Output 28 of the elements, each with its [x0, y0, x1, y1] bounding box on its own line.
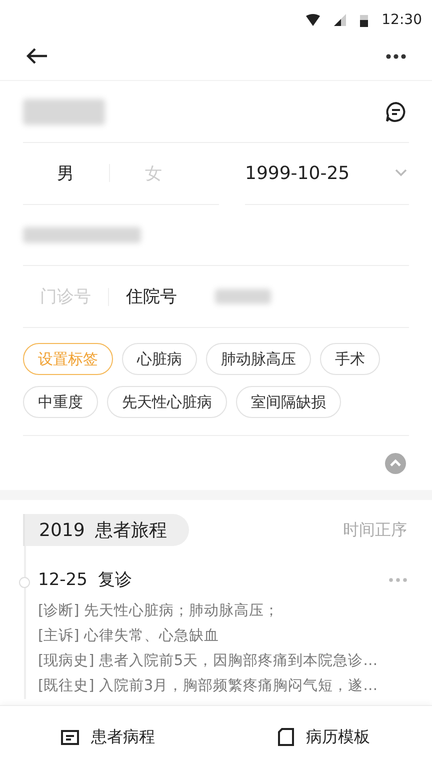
year-header: 2019 患者旅程 — [23, 514, 189, 546]
back-icon[interactable] — [26, 47, 48, 65]
tag-chip[interactable]: 手术 — [320, 343, 380, 375]
signal-icon — [334, 14, 346, 26]
document-icon — [278, 728, 294, 746]
redacted-number — [215, 289, 271, 304]
entry-detail: [主诉] 心律失常、心急缺血 — [38, 626, 220, 646]
tag-chip[interactable]: 中重度 — [23, 386, 98, 418]
bottom-tab[interactable]: 病历模板 — [216, 706, 432, 768]
birth-date[interactable]: 1999-10-25 — [245, 162, 350, 184]
tag-chip[interactable]: 肺动脉高压 — [206, 343, 311, 375]
wifi-icon — [306, 14, 320, 26]
more-icon[interactable] — [386, 54, 406, 58]
number-type-option[interactable]: 住院号 — [126, 285, 177, 308]
status-time: 12:30 — [382, 12, 422, 28]
tag-chip[interactable]: 室间隔缺损 — [236, 386, 341, 418]
bottom-tab[interactable]: 患者病程 — [0, 706, 216, 768]
gender-option[interactable]: 男 — [57, 162, 74, 184]
entry-title: 12-25 复诊 — [38, 569, 132, 591]
timeline-dot-icon — [19, 577, 30, 588]
entry-detail: [现病史] 患者入院前5天，因胸部疼痛到本院急诊… — [38, 652, 379, 671]
entry-detail: [既往史] 入院前3月，胸部频繁疼痛胸闷气短，遂… — [38, 676, 379, 696]
tag-chip[interactable]: 先天性心脏病 — [107, 386, 227, 418]
list-icon — [61, 730, 79, 744]
battery-icon — [360, 14, 368, 26]
entry-detail: [诊断] 先天性心脏病；肺动脉高压； — [38, 602, 280, 621]
tag-chip[interactable]: 心脏病 — [122, 343, 197, 375]
message-icon[interactable] — [385, 100, 407, 122]
